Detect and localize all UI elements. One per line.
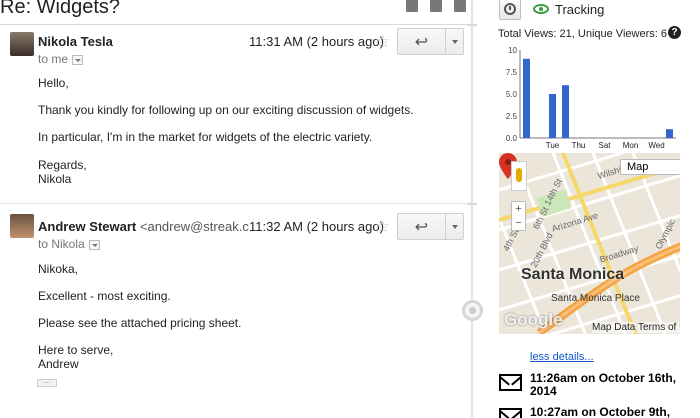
x-tick-label: Tue	[546, 141, 560, 150]
show-details-icon[interactable]	[88, 239, 100, 250]
sender-name[interactable]: Andrew Stewart <andrew@streak.c	[38, 219, 249, 234]
star-icon[interactable]: ☆	[375, 33, 390, 50]
help-icon[interactable]: ?	[668, 26, 681, 39]
reply-button[interactable]: ↩	[398, 214, 446, 239]
divider	[0, 24, 470, 25]
map-city-label: Santa Monica	[521, 266, 625, 283]
sender-name[interactable]: Nikola Tesla	[38, 34, 113, 49]
view-stats: Total Views: 21, Unique Viewers: 6	[498, 28, 667, 40]
x-tick-label: Mon	[623, 141, 639, 150]
message-time: 11:32 AM (2 hours ago)	[249, 219, 384, 234]
open-event-time: 10:27am on October 9th, 2014	[530, 405, 671, 418]
tracking-panel: Tracking Total Views: 21, Unique Viewers…	[490, 0, 700, 418]
body-line: Excellent - most exciting.	[38, 289, 171, 303]
x-tick-label: Thu	[572, 141, 586, 150]
body-line: Regards,	[38, 158, 87, 172]
body-line: Nikoka,	[38, 262, 79, 276]
x-tick-label: Sat	[598, 141, 611, 150]
body-line: Hello,	[38, 76, 69, 90]
sender-name-text: Andrew Stewart	[38, 219, 137, 234]
map-footer: Map Data Terms of Us	[499, 322, 680, 334]
timeline-line	[471, 0, 473, 418]
map-place-label: Santa Monica Place	[551, 293, 640, 304]
expand-all-icon[interactable]	[406, 0, 418, 12]
map-type-button[interactable]: Map	[620, 159, 680, 175]
y-tick-label: 5.0	[506, 90, 518, 99]
zoom-in-button[interactable]: +	[512, 202, 525, 216]
avatar[interactable]	[10, 32, 34, 56]
thread-toolbar	[406, 0, 466, 12]
gmail-icon	[499, 408, 522, 418]
timeline-node[interactable]	[462, 300, 483, 321]
chart-bar[interactable]	[523, 58, 530, 138]
tracking-label[interactable]: Tracking	[555, 2, 604, 17]
x-tick-label: Wed	[648, 141, 664, 150]
body-line: In particular, I'm in the market for wid…	[38, 130, 373, 144]
location-map[interactable]: 14th St Wilshire Bl Arizona Ave Broadway…	[499, 153, 680, 334]
y-tick-label: 0.0	[506, 134, 518, 143]
y-tick-label: 7.5	[506, 68, 518, 77]
body-line: Andrew	[38, 357, 79, 371]
body-line: Nikola	[38, 172, 72, 186]
views-bar-chart: 10 7.5 5.0 2.5 0.0 Tue Thu Sat Mon Wed	[506, 46, 676, 150]
recipients-label: to me	[38, 52, 69, 66]
y-tick-label: 10	[508, 46, 517, 55]
timeline-tick	[467, 24, 477, 26]
chart-bar[interactable]	[549, 94, 556, 138]
street-view-pegman-icon[interactable]	[511, 161, 527, 191]
recipients: to Nikola	[38, 237, 100, 251]
star-icon[interactable]: ☆	[375, 218, 390, 235]
open-event-time: 11:26am on October 16th, 2014	[530, 371, 677, 398]
less-details-link[interactable]: less details...	[530, 351, 594, 363]
message-time: 11:31 AM (2 hours ago)	[249, 34, 384, 49]
print-icon[interactable]	[430, 0, 442, 12]
body-line: Thank you kindly for following up on our…	[38, 103, 414, 117]
chart-bar[interactable]	[666, 129, 673, 138]
y-tick-label: 2.5	[506, 112, 518, 121]
more-actions-button[interactable]	[446, 29, 463, 54]
reply-button-group: ↩	[397, 213, 464, 240]
recipients-label: to Nikola	[38, 237, 85, 251]
zoom-control: + −	[511, 201, 526, 231]
map-data-link[interactable]: Map Data	[592, 322, 636, 333]
gmail-icon	[499, 374, 522, 391]
reply-icon: ↩	[414, 218, 429, 236]
reply-button[interactable]: ↩	[398, 29, 446, 54]
chart-bar[interactable]	[562, 85, 569, 138]
body-line: Please see the attached pricing sheet.	[38, 316, 242, 330]
body-line: Here to serve,	[38, 343, 114, 357]
reply-icon: ↩	[414, 33, 429, 51]
eye-icon	[533, 4, 549, 14]
message-divider	[0, 203, 470, 204]
show-trimmed-content-button[interactable]: ···	[37, 379, 57, 387]
recipients: to me	[38, 52, 84, 66]
terms-of-use-link[interactable]: Terms of Us	[638, 322, 680, 333]
panel-header: Tracking	[499, 0, 604, 20]
clock-icon[interactable]	[499, 0, 521, 20]
new-window-icon[interactable]	[454, 0, 466, 12]
avatar[interactable]	[10, 214, 34, 238]
timeline-tick	[467, 203, 477, 205]
thread-subject: Re: Widgets?	[0, 0, 121, 18]
show-details-icon[interactable]	[72, 54, 84, 65]
zoom-out-button[interactable]: −	[512, 216, 525, 230]
email-thread: Re: Widgets? Nikola Tesla 11:31 AM (2 ho…	[0, 0, 483, 418]
sender-email: <andrew@streak.c	[139, 219, 249, 234]
more-actions-button[interactable]	[446, 214, 463, 239]
reply-button-group: ↩	[397, 28, 464, 55]
